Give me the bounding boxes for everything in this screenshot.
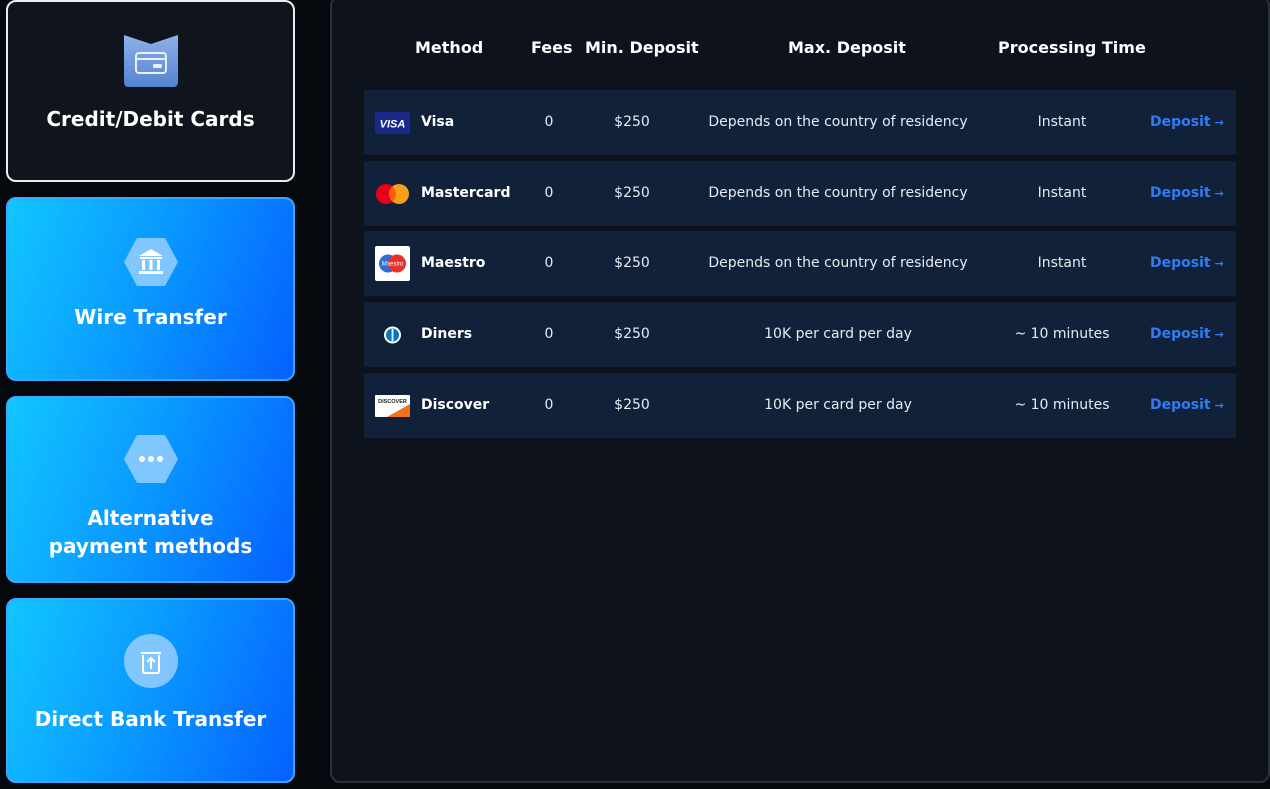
method-name: Diners [421, 326, 473, 342]
more-dots-icon [123, 431, 179, 487]
method-name: Visa [421, 114, 455, 130]
fees-value: 0 [544, 397, 554, 413]
category-wire-transfer[interactable]: Wire Transfer [6, 197, 295, 381]
table-row: Mastercard 0 $250 Depends on the country… [364, 161, 1236, 226]
fees-value: 0 [544, 326, 554, 342]
table-row: DISCOVER Discover 0 $250 10K per card pe… [364, 373, 1236, 438]
method-name: Discover [421, 397, 490, 413]
deposit-link[interactable]: Deposit → [1150, 373, 1224, 438]
category-direct-bank-transfer[interactable]: Direct Bank Transfer [6, 598, 295, 783]
arrow-right-icon: → [1214, 328, 1224, 341]
max-deposit-value: Depends on the country of residency [708, 114, 968, 130]
bank-upload-icon [123, 633, 179, 689]
header-min-deposit: Min. Deposit [585, 38, 699, 57]
category-label: Alternative payment methods [48, 506, 253, 558]
min-deposit-value: $250 [614, 397, 650, 413]
table-row: Maestro Maestro 0 $250 Depends on the co… [364, 231, 1236, 296]
processing-time-value: Instant [1037, 185, 1087, 201]
min-deposit-value: $250 [614, 326, 650, 342]
processing-time-value: ~ 10 minutes [1014, 397, 1110, 413]
deposit-label: Deposit [1150, 326, 1211, 342]
method-name: Maestro [421, 255, 486, 271]
arrow-right-icon: → [1214, 116, 1224, 129]
header-method: Method [415, 38, 484, 57]
deposit-link[interactable]: Deposit → [1150, 231, 1224, 296]
max-deposit-value: Depends on the country of residency [708, 185, 968, 201]
discover-logo-text: DISCOVER [378, 399, 407, 405]
max-deposit-value: 10K per card per day [764, 397, 912, 413]
table-row: Diners 0 $250 10K per card per day ~ 10 … [364, 302, 1236, 367]
visa-logo-text: VISA [380, 118, 406, 130]
arrow-right-icon: → [1214, 399, 1224, 412]
discover-logo-icon: DISCOVER [375, 388, 410, 423]
mastercard-logo-icon [375, 176, 410, 211]
category-label: Direct Bank Transfer [34, 707, 267, 731]
max-deposit-value: 10K per card per day [764, 326, 912, 342]
visa-logo-icon: VISA [375, 105, 410, 140]
min-deposit-value: $250 [614, 255, 650, 271]
maestro-logo-text: Maestro [382, 262, 404, 268]
bank-icon [123, 234, 179, 290]
category-alternative-payment-methods[interactable]: Alternative payment methods [6, 396, 295, 583]
processing-time-value: Instant [1037, 255, 1087, 271]
header-max-deposit: Max. Deposit [788, 38, 906, 57]
fees-value: 0 [544, 114, 554, 130]
processing-time-value: ~ 10 minutes [1014, 326, 1110, 342]
deposit-label: Deposit [1150, 255, 1211, 271]
deposit-label: Deposit [1150, 397, 1211, 413]
max-deposit-value: Depends on the country of residency [708, 255, 968, 271]
arrow-right-icon: → [1214, 257, 1224, 270]
category-credit-debit-cards[interactable]: Credit/Debit Cards [6, 0, 295, 182]
table-row: VISA Visa 0 $250 Depends on the country … [364, 90, 1236, 155]
fees-value: 0 [544, 255, 554, 271]
card-icon [123, 32, 179, 88]
deposit-label: Deposit [1150, 114, 1211, 130]
header-processing-time: Processing Time [998, 38, 1146, 57]
maestro-logo-icon: Maestro [375, 246, 410, 281]
arrow-right-icon: → [1214, 187, 1224, 200]
deposit-link[interactable]: Deposit → [1150, 90, 1224, 155]
deposit-label: Deposit [1150, 185, 1211, 201]
min-deposit-value: $250 [614, 185, 650, 201]
processing-time-value: Instant [1037, 114, 1087, 130]
deposit-link[interactable]: Deposit → [1150, 302, 1224, 367]
fees-value: 0 [544, 185, 554, 201]
min-deposit-value: $250 [614, 114, 650, 130]
method-name: Mastercard [421, 185, 511, 201]
diners-logo-icon [375, 317, 410, 352]
category-label: Wire Transfer [74, 305, 227, 329]
header-fees: Fees [531, 38, 573, 57]
category-label: Credit/Debit Cards [46, 107, 255, 131]
deposit-link[interactable]: Deposit → [1150, 161, 1224, 226]
payment-category-sidebar: Credit/Debit Cards Wire Transfer Alterna… [0, 0, 300, 789]
